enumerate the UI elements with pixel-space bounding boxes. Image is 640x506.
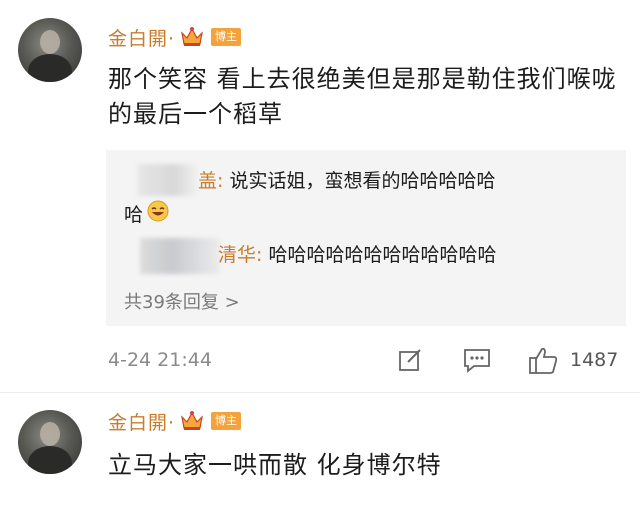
- reply-line: 清华: 哈哈哈哈哈哈哈哈哈哈哈哈: [218, 240, 496, 267]
- timestamp: 4-24 21:44: [108, 349, 212, 371]
- reply-username[interactable]: 清华:: [218, 244, 262, 266]
- reply-line-cont: 哈: [124, 200, 169, 227]
- reply-box[interactable]: 盖: 说实话姐，蛮想看的哈哈哈哈哈 哈 清华: 哈哈哈哈哈哈哈哈哈哈哈哈 共39…: [106, 150, 626, 326]
- username[interactable]: 金白開·: [108, 24, 175, 51]
- more-replies-link[interactable]: 共39条回复 >: [124, 288, 240, 314]
- comment-icon[interactable]: [462, 346, 492, 378]
- comment-header: 金白開· 博主: [108, 406, 242, 436]
- reply-text: 说实话姐，蛮想看的哈哈哈哈哈: [229, 170, 496, 192]
- comment-text: 那个笑容 看上去很绝美但是那是勒住我们喉咙的最后一个稻草: [108, 65, 617, 128]
- blurred-avatar: [138, 164, 198, 196]
- reply-text-cont: 哈: [124, 204, 144, 226]
- blurred-avatar: [140, 238, 220, 274]
- reply-username[interactable]: 盖:: [198, 170, 223, 192]
- comment-text: 立马大家一哄而散 化身博尔特: [108, 451, 442, 479]
- comment-header: 金白開· 博主: [108, 22, 242, 52]
- avatar[interactable]: [18, 410, 82, 474]
- blogger-badge: 博主: [211, 28, 242, 46]
- thumbs-up-icon[interactable]: [528, 346, 560, 380]
- username[interactable]: 金白開·: [108, 408, 175, 435]
- divider: [0, 392, 640, 393]
- avatar[interactable]: [18, 18, 82, 82]
- blogger-badge: 博主: [211, 412, 242, 430]
- reply-line: 盖: 说实话姐，蛮想看的哈哈哈哈哈: [198, 166, 495, 193]
- crown-icon: [179, 25, 205, 49]
- crown-icon: [179, 409, 205, 433]
- reply-text: 哈哈哈哈哈哈哈哈哈哈哈哈: [268, 244, 497, 266]
- comment-actions: 4-24 21:44 1487: [108, 344, 628, 378]
- like-count: 1487: [570, 349, 619, 371]
- edit-icon[interactable]: [396, 346, 424, 378]
- laughing-emoji-icon: [147, 200, 169, 227]
